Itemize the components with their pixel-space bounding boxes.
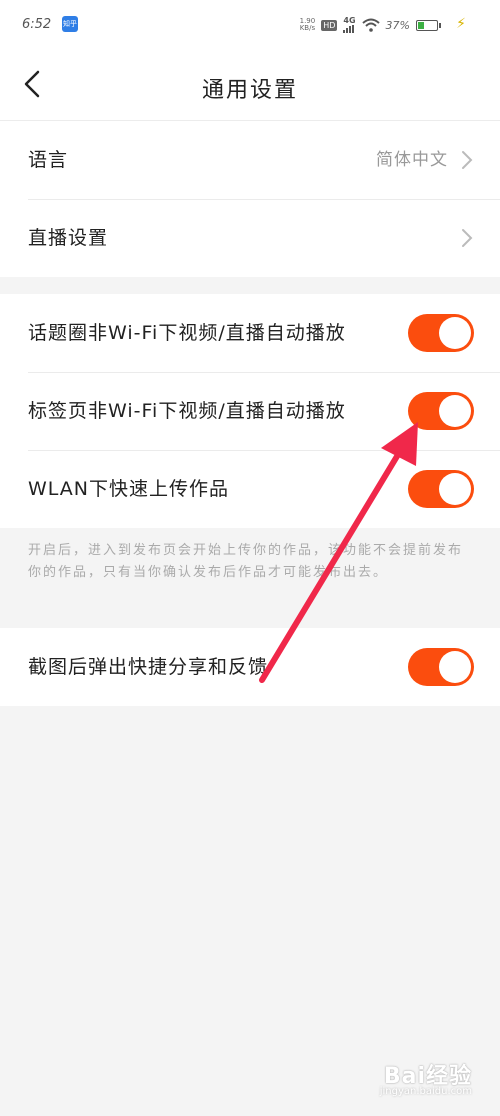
chevron-right-icon xyxy=(462,229,473,247)
screenshot-share-row: 截图后弹出快捷分享和反馈 xyxy=(0,628,500,706)
tag-autoplay-row: 标签页非Wi-Fi下视频/直播自动播放 xyxy=(0,372,500,450)
wlan-upload-row: WLAN下快速上传作品 xyxy=(0,450,500,528)
status-bar: 6:52 知乎 1.90 KB/s HD 4G 37% ⚡ xyxy=(0,0,500,50)
toggle-knob xyxy=(439,317,471,349)
screenshot-share-toggle[interactable] xyxy=(408,648,474,686)
toggle-knob xyxy=(439,651,471,683)
watermark-url: jingyan.baidu.com xyxy=(379,1086,472,1097)
settings-group-share: 截图后弹出快捷分享和反馈 xyxy=(0,628,500,706)
tag-autoplay-toggle[interactable] xyxy=(408,392,474,430)
topic-autoplay-toggle[interactable] xyxy=(408,314,474,352)
baidu-jingyan-watermark: Bai经验 jingyan.baidu.com xyxy=(352,1052,472,1102)
hd-icon: HD xyxy=(321,19,338,31)
wifi-icon xyxy=(361,18,380,32)
toggle-knob xyxy=(439,395,471,427)
notification-app-icon: 知乎 xyxy=(62,16,78,32)
live-settings-row[interactable]: 直播设置 xyxy=(0,199,500,277)
topic-autoplay-label: 话题圈非Wi-Fi下视频/直播自动播放 xyxy=(28,322,346,344)
charging-icon: ⚡ xyxy=(456,16,466,32)
wlan-upload-toggle[interactable] xyxy=(408,470,474,508)
live-settings-label: 直播设置 xyxy=(28,227,109,249)
network-type-label: 4G xyxy=(343,16,356,25)
status-indicators: 1.90 KB/s HD 4G 37% xyxy=(300,16,441,34)
signal-icon: 4G xyxy=(343,16,356,33)
wlan-upload-label: WLAN下快速上传作品 xyxy=(28,478,230,500)
settings-group-playback: 话题圈非Wi-Fi下视频/直播自动播放 标签页非Wi-Fi下视频/直播自动播放 … xyxy=(0,294,500,528)
battery-fill xyxy=(418,21,424,29)
settings-group-general: 语言 简体中文 直播设置 xyxy=(0,121,500,277)
language-label: 语言 xyxy=(28,149,69,171)
network-speed: 1.90 KB/s xyxy=(300,18,316,32)
wlan-upload-note-text: 开启后，进入到发布页会开始上传你的作品，该功能不会提前发布你的作品，只有当你确认… xyxy=(28,543,464,580)
battery-percent: 37% xyxy=(385,18,410,32)
tag-autoplay-label: 标签页非Wi-Fi下视频/直播自动播放 xyxy=(28,400,346,422)
nav-header: 通用设置 xyxy=(0,50,500,121)
toggle-knob xyxy=(439,473,471,505)
chevron-right-icon xyxy=(462,151,473,169)
language-value: 简体中文 xyxy=(376,150,448,170)
battery-icon xyxy=(416,19,441,31)
screenshot-share-label: 截图后弹出快捷分享和反馈 xyxy=(28,656,269,678)
language-row[interactable]: 语言 简体中文 xyxy=(0,121,500,199)
network-speed-unit: KB/s xyxy=(299,24,316,32)
wlan-upload-note: 开启后，进入到发布页会开始上传你的作品，该功能不会提前发布你的作品，只有当你确认… xyxy=(0,528,500,628)
signal-bars xyxy=(343,25,355,33)
page-title: 通用设置 xyxy=(201,78,298,103)
topic-autoplay-row: 话题圈非Wi-Fi下视频/直播自动播放 xyxy=(0,294,500,372)
status-time: 6:52 xyxy=(22,17,52,32)
